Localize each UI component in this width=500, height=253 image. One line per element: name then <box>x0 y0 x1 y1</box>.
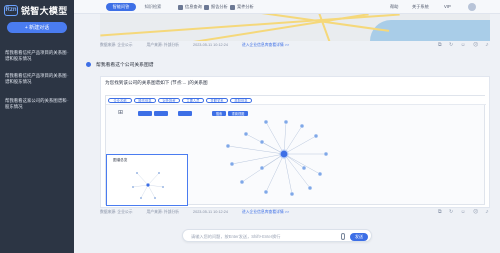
graph-answer-card: 为您找到该公司的关系图谱如下 (节点:... )的关系图 企业名称 股东信息 对… <box>100 76 490 208</box>
more-icon[interactable]: ⋯ <box>64 98 69 104</box>
vip-link[interactable]: VIP <box>444 4 451 9</box>
message-meta: 数据来源: 企业公示 用户来源: 外部分析 2023-05-11 10:12:2… <box>100 210 290 215</box>
chat-input-bar[interactable]: 请输入您的问题，按Enter发送，Shift+Enter换行 发送 <box>182 229 372 242</box>
detail-link[interactable]: 进入企业信息库查看详情 >> <box>242 43 289 48</box>
help-link[interactable]: 帮助 <box>390 4 398 10</box>
app-logo: Rzn 锐智大模型 <box>4 3 68 17</box>
send-button[interactable]: 发送 <box>350 232 368 241</box>
conversation-item[interactable]: 帮我看看信托产品项目的关系图谱和股东情况 ⋯ <box>5 50 69 62</box>
chat-input[interactable]: 请输入您的问题，按Enter发送，Shift+Enter换行 <box>191 234 280 240</box>
user-question: 帮我看看这个公司关系图谱 <box>96 63 154 68</box>
conversation-item[interactable]: 帮我看看信托产品项目的关系图谱和股东情况 ⋯ <box>5 73 69 85</box>
relation-graph[interactable]: 企业名称 股东信息 对外投资 主要人员 关联关系 风险信息 ⊞ 搜索 重置视图 <box>105 95 486 206</box>
logo-icon: Rzn <box>4 4 18 16</box>
case-icon <box>230 4 235 10</box>
nav-report[interactable]: 报告分析 <box>204 4 228 10</box>
new-chat-button[interactable]: + 新建对话 <box>7 22 67 33</box>
conversation-title: 帮我看看这家公司的关系图谱和股东情况 <box>5 98 67 109</box>
answer-title: 为您找到该公司的关系图谱如下 (节点:... )的关系图 <box>105 80 208 85</box>
nav-case[interactable]: 案件分析 <box>230 4 254 10</box>
top-bar: 智能问答 知识检索 信息查询 报告分析 案件分析 帮助 关于系统 VIP <box>74 0 500 14</box>
more-icon[interactable]: ⋯ <box>64 50 69 56</box>
message-actions[interactable]: ⧉ ↻ ☺ ☹ ⤴ <box>438 42 491 48</box>
about-link[interactable]: 关于系统 <box>412 4 429 10</box>
conversation-title: 帮我看看信托产品项目的关系图谱和股东情况 <box>5 50 67 61</box>
conversation-title: 帮我看看信托产品项目的关系图谱和股东情况 <box>5 73 67 84</box>
detail-link[interactable]: 进入企业信息库查看详情 >> <box>242 210 289 215</box>
chart-icon <box>204 4 209 10</box>
mic-icon[interactable] <box>341 233 345 240</box>
user-avatar[interactable] <box>468 3 476 11</box>
message-meta: 数据来源: 企业公示 用户来源: 外部分析 2023-05-11 10:12:2… <box>100 43 290 48</box>
map-preview[interactable] <box>100 14 490 41</box>
sidebar: Rzn 锐智大模型 + 新建对话 帮我看看信托产品项目的关系图谱和股东情况 ⋯ … <box>0 0 74 253</box>
tab-smart-qa[interactable]: 智能问答 <box>106 3 136 11</box>
user-avatar-small <box>86 62 91 67</box>
conversation-item[interactable]: 帮我看看这家公司的关系图谱和股东情况 ⋯ <box>5 98 69 110</box>
message-actions[interactable]: ⧉ ↻ ☺ ☹ ⤴ <box>438 209 491 215</box>
more-icon[interactable]: ⋯ <box>64 73 69 79</box>
graph-minimap[interactable]: 图谱总览 <box>106 154 188 206</box>
tab-knowledge[interactable]: 知识检索 <box>138 3 168 11</box>
app-name: 锐智大模型 <box>21 5 68 16</box>
nav-info-query[interactable]: 信息查询 <box>178 4 202 10</box>
grid-icon <box>178 4 183 10</box>
